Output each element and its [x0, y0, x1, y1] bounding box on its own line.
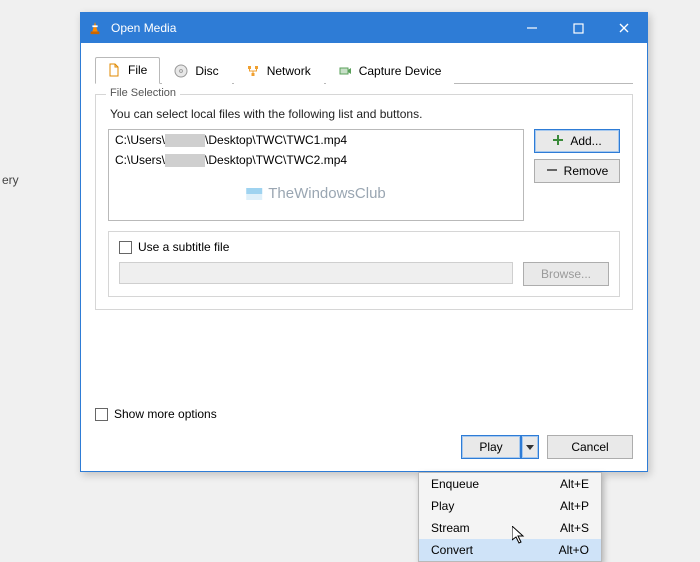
- cancel-label: Cancel: [571, 440, 608, 454]
- capture-icon: [337, 63, 353, 79]
- window-title: Open Media: [109, 21, 509, 35]
- browse-label: Browse...: [541, 267, 591, 281]
- use-subtitle-checkbox[interactable]: [119, 241, 132, 254]
- tab-capture-device[interactable]: Capture Device: [326, 57, 455, 84]
- menu-item-enqueue[interactable]: Enqueue Alt+E: [419, 473, 601, 495]
- redacted-text: [165, 154, 205, 167]
- tab-label: Disc: [195, 64, 218, 78]
- menu-shortcut: Alt+E: [560, 477, 589, 491]
- watermark-icon: [246, 188, 262, 200]
- menu-label: Play: [431, 499, 454, 513]
- play-button-main[interactable]: Play: [461, 435, 521, 459]
- menu-label: Enqueue: [431, 477, 479, 491]
- tab-strip: File Disc Network Capture Device: [95, 57, 633, 84]
- tab-disc[interactable]: Disc: [162, 57, 231, 84]
- menu-label: Stream: [431, 521, 470, 535]
- use-subtitle-label: Use a subtitle file: [138, 240, 229, 254]
- menu-shortcut: Alt+S: [560, 521, 589, 535]
- file-selection-hint: You can select local files with the foll…: [110, 107, 620, 121]
- file-selection-legend: File Selection: [106, 87, 180, 99]
- close-button[interactable]: [601, 13, 647, 43]
- open-media-window: Open Media File Disc Network: [80, 12, 648, 472]
- vlc-icon: [81, 21, 109, 35]
- file-icon: [106, 62, 122, 78]
- tab-network[interactable]: Network: [234, 57, 324, 84]
- watermark: TheWindowsClub: [246, 185, 386, 202]
- list-item[interactable]: C:\Users\\Desktop\TWC\TWC2.mp4: [109, 150, 523, 170]
- play-button-dropdown[interactable]: [521, 435, 539, 459]
- disc-icon: [173, 63, 189, 79]
- play-dropdown-menu: Enqueue Alt+E Play Alt+P Stream Alt+S Co…: [418, 472, 602, 562]
- tab-label: Network: [267, 64, 311, 78]
- file-list[interactable]: C:\Users\\Desktop\TWC\TWC1.mp4 C:\Users\…: [108, 129, 524, 221]
- menu-shortcut: Alt+O: [559, 543, 589, 557]
- menu-shortcut: Alt+P: [560, 499, 589, 513]
- subtitle-path-input: [119, 262, 513, 284]
- redacted-text: [165, 134, 205, 147]
- tab-file[interactable]: File: [95, 57, 160, 84]
- cursor-icon: [512, 526, 526, 549]
- file-selection-group: File Selection You can select local file…: [95, 94, 633, 310]
- maximize-button[interactable]: [555, 13, 601, 43]
- list-item[interactable]: C:\Users\\Desktop\TWC\TWC1.mp4: [109, 130, 523, 150]
- tab-label: Capture Device: [359, 64, 442, 78]
- add-label: Add...: [570, 134, 601, 148]
- network-icon: [245, 63, 261, 79]
- show-more-options-label: Show more options: [114, 407, 217, 421]
- minimize-button[interactable]: [509, 13, 555, 43]
- cancel-button[interactable]: Cancel: [547, 435, 633, 459]
- add-button[interactable]: Add...: [534, 129, 620, 153]
- remove-label: Remove: [564, 164, 609, 178]
- minus-icon: [546, 164, 558, 179]
- play-split-button[interactable]: Play: [461, 435, 539, 459]
- menu-item-convert[interactable]: Convert Alt+O: [419, 539, 601, 561]
- background-text-fragment: ery: [2, 173, 19, 187]
- remove-button[interactable]: Remove: [534, 159, 620, 183]
- titlebar: Open Media: [81, 13, 647, 43]
- plus-icon: [552, 134, 564, 149]
- show-more-options-checkbox[interactable]: [95, 408, 108, 421]
- browse-button: Browse...: [523, 262, 609, 286]
- play-label: Play: [479, 440, 502, 454]
- subtitle-group: Use a subtitle file Browse...: [108, 231, 620, 297]
- menu-item-play[interactable]: Play Alt+P: [419, 495, 601, 517]
- tab-label: File: [128, 63, 147, 77]
- chevron-down-icon: [526, 440, 534, 454]
- menu-label: Convert: [431, 543, 473, 557]
